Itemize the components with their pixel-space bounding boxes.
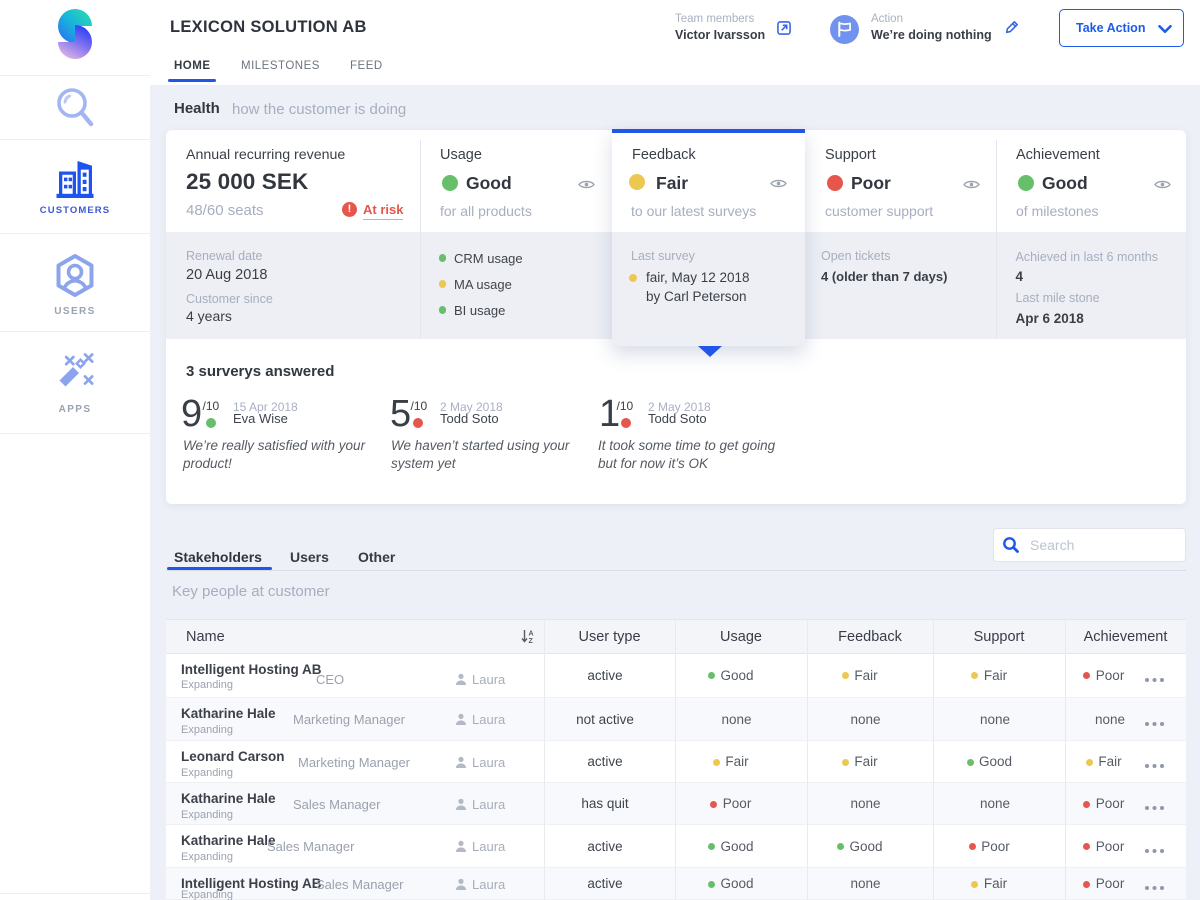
svg-text:A: A (529, 631, 534, 638)
svg-text:Z: Z (529, 638, 534, 644)
